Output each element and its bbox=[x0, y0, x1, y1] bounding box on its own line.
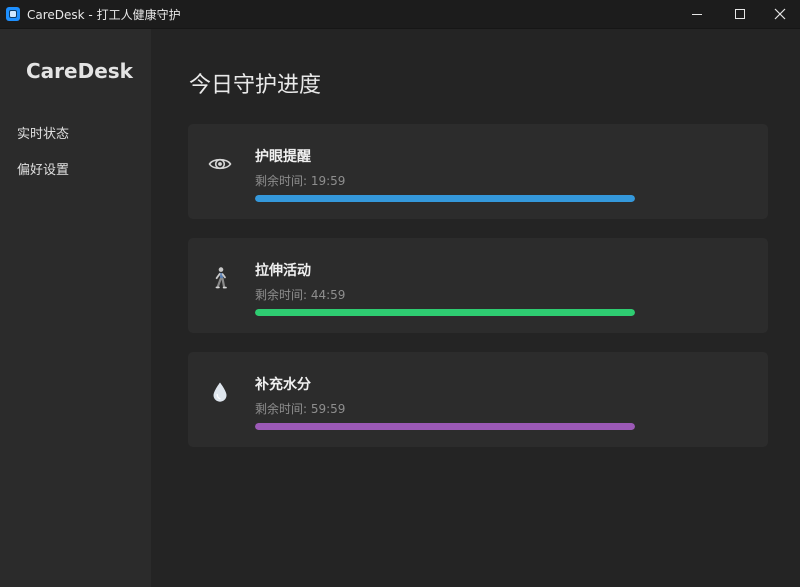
progress-fill bbox=[255, 423, 635, 430]
card-title: 护眼提醒 bbox=[255, 149, 311, 165]
progress-fill bbox=[255, 309, 635, 316]
maximize-icon bbox=[735, 9, 745, 19]
reminder-card-hydration: 补充水分 剩余时间: 59:59 bbox=[188, 352, 768, 447]
minimize-button[interactable] bbox=[674, 0, 720, 29]
walking-person-icon bbox=[215, 267, 227, 289]
sidebar-item-preferences[interactable]: 偏好设置 bbox=[17, 159, 69, 178]
card-title: 补充水分 bbox=[255, 377, 311, 393]
progress-fill bbox=[255, 195, 635, 202]
progress-bar bbox=[255, 309, 635, 316]
eye-icon bbox=[208, 158, 232, 170]
progress-bar bbox=[255, 423, 635, 430]
close-button[interactable] bbox=[758, 0, 800, 29]
app-window: CareDesk - 打工人健康守护 CareDesk 实时状态 偏好设置 今日… bbox=[0, 0, 800, 587]
card-title: 拉伸活动 bbox=[255, 263, 311, 279]
caredesk-app-icon bbox=[6, 7, 20, 21]
remaining-time: 剩余时间: 19:59 bbox=[255, 174, 346, 188]
maximize-button[interactable] bbox=[717, 0, 763, 29]
sidebar: CareDesk 实时状态 偏好设置 bbox=[0, 29, 151, 587]
reminder-card-eye-care: 护眼提醒 剩余时间: 19:59 bbox=[188, 124, 768, 219]
close-icon bbox=[774, 8, 786, 20]
progress-bar bbox=[255, 195, 635, 202]
minimize-icon bbox=[692, 14, 702, 15]
page-title: 今日守护进度 bbox=[189, 73, 322, 98]
title-bar[interactable]: CareDesk - 打工人健康守护 bbox=[0, 0, 800, 29]
remaining-time: 剩余时间: 44:59 bbox=[255, 288, 346, 302]
reminder-card-stretch: 拉伸活动 剩余时间: 44:59 bbox=[188, 238, 768, 333]
water-drop-icon bbox=[213, 382, 227, 402]
brand-logo-text: CareDesk bbox=[26, 59, 133, 83]
window-title: CareDesk - 打工人健康守护 bbox=[27, 8, 181, 22]
sidebar-item-realtime-status[interactable]: 实时状态 bbox=[17, 123, 69, 142]
remaining-time: 剩余时间: 59:59 bbox=[255, 402, 346, 416]
